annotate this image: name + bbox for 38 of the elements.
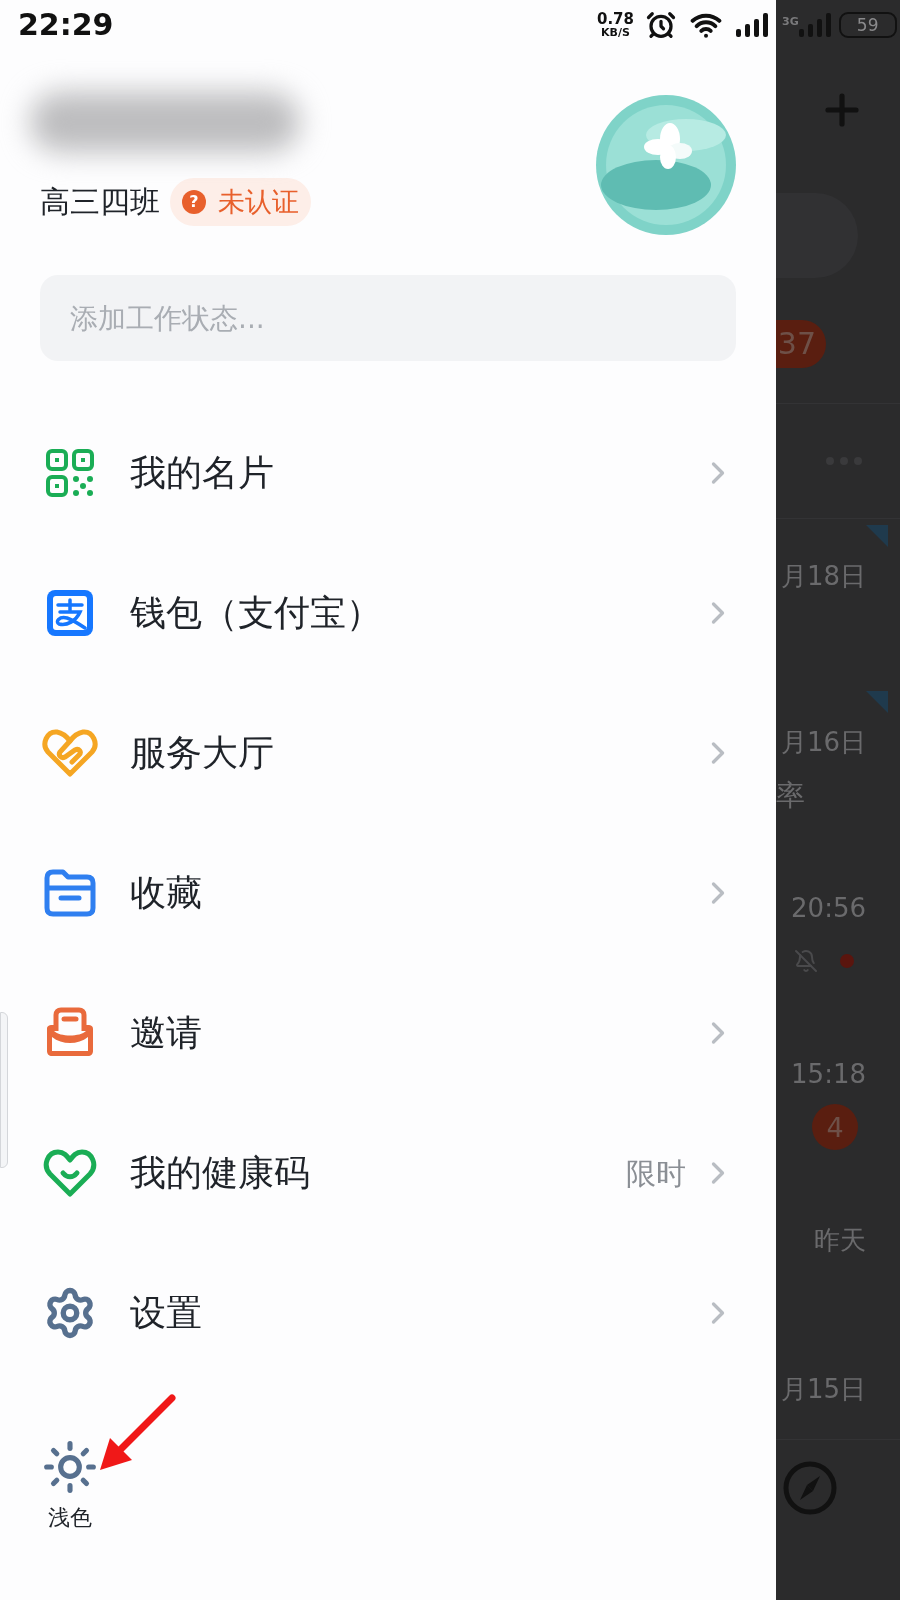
menu-item[interactable]: 设置: [10, 1243, 776, 1383]
signal-icon: [736, 13, 768, 37]
unread-badge: 37: [776, 320, 826, 368]
network-speed: 0.78: [597, 12, 634, 27]
verification-badge: ? 未认证: [170, 178, 311, 226]
mobile-signal-icon: [798, 13, 831, 37]
sun-icon: [42, 1439, 98, 1495]
chat-time: 15:18: [791, 1058, 866, 1091]
alarm-icon: [646, 10, 676, 40]
tray-icon: [44, 1007, 96, 1059]
time-limit-label: 限时: [626, 1154, 686, 1193]
chat-time: 月16日: [780, 726, 866, 759]
wallet-icon: [45, 588, 95, 638]
chat-time: 月18日: [780, 560, 866, 593]
network-speed-unit: KB/S: [601, 27, 630, 38]
heart-link-icon: [42, 728, 98, 778]
folder-icon: [43, 868, 97, 918]
menu-item[interactable]: 收藏: [10, 823, 776, 963]
network-type: 3G: [782, 16, 799, 27]
question-icon: ?: [182, 190, 206, 214]
heart-smile-icon: [43, 1148, 97, 1198]
class-name: 高三四班: [40, 183, 160, 221]
compass-icon: [782, 1460, 838, 1516]
chat-time: 昨天: [814, 1224, 866, 1257]
battery-icon: 59: [838, 12, 897, 38]
status-time: 22:29: [18, 10, 114, 40]
status-field[interactable]: 添加工作状态...: [40, 275, 736, 361]
menu-item[interactable]: 我的健康码 限时: [10, 1103, 776, 1243]
menu-item[interactable]: 我的名片: [10, 403, 776, 543]
menu-item[interactable]: 钱包（支付宝）: [10, 543, 776, 683]
qr-code-icon: [45, 448, 95, 498]
chat-preview: 率: [776, 780, 805, 810]
menu-item[interactable]: 邀请: [10, 963, 776, 1103]
unread-count: 4: [812, 1104, 858, 1150]
chat-time: 月15日: [780, 1373, 866, 1407]
chat-time: 20:56: [791, 892, 866, 925]
theme-toggle[interactable]: 浅色: [40, 1439, 100, 1534]
menu-item[interactable]: 服务大厅: [10, 683, 776, 823]
